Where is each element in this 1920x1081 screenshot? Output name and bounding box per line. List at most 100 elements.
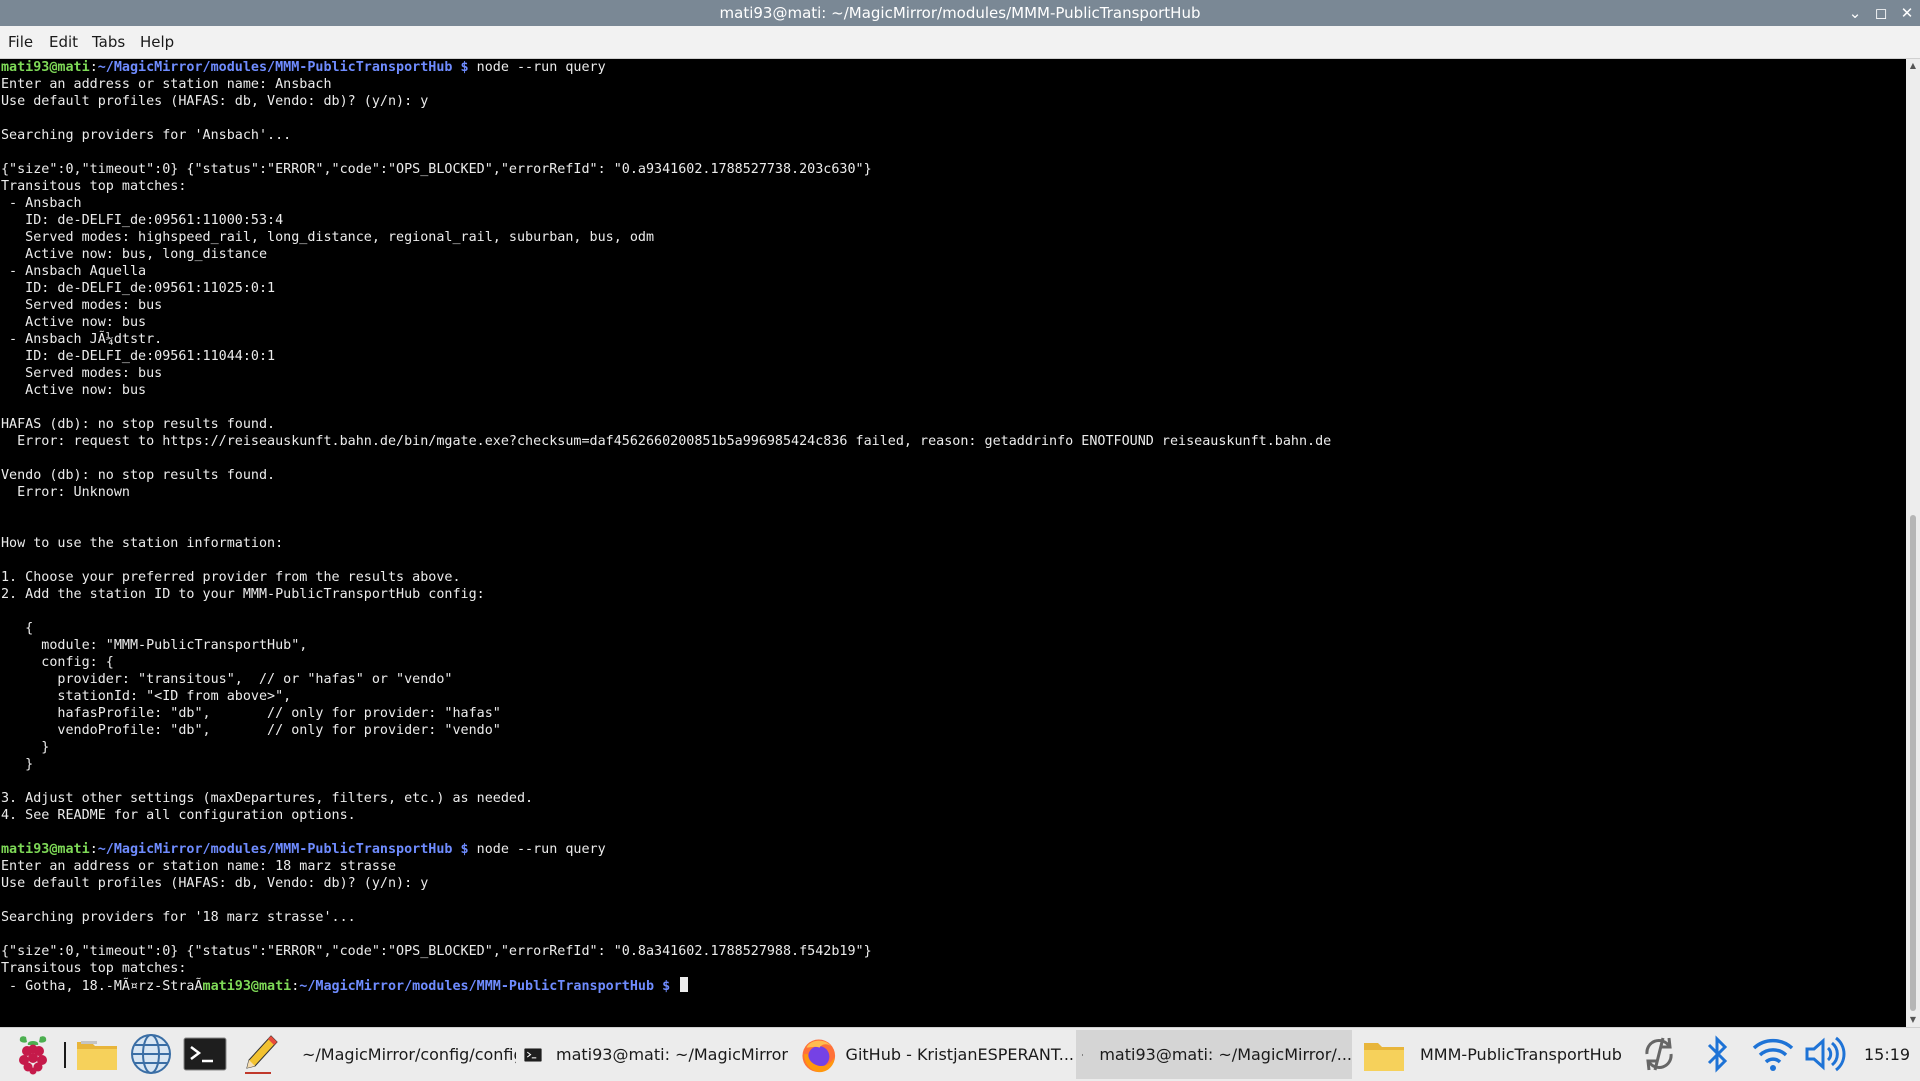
bluetooth-icon[interactable] [1694, 1031, 1740, 1077]
menu-file[interactable]: File [8, 26, 33, 58]
terminal-line: Use default profiles (HAFAS: db, Vendo: … [1, 94, 429, 109]
terminal-line: config: { [1, 655, 114, 670]
terminal-line: Searching providers for '18 marz strasse… [1, 910, 356, 925]
prompt-symbol: $ [460, 842, 469, 857]
minimize-icon[interactable]: ⌄ [1842, 0, 1868, 26]
taskbar: ~/MagicMirror/config/config.js... mati93… [0, 1027, 1920, 1081]
firefox-icon [802, 1038, 836, 1072]
prompt-symbol: $ [662, 979, 671, 994]
terminal-line: } [1, 757, 34, 772]
terminal-prompt-line: mati93@mati:~/MagicMirror/modules/MMM-Pu… [1, 59, 606, 76]
scroll-down-icon[interactable]: ▼ [1906, 1013, 1920, 1027]
prompt-path: ~/MagicMirror/modules/MMM-PublicTranspor… [97, 842, 453, 857]
clock[interactable]: 15:19 [1864, 1028, 1910, 1081]
terminal-line: Served modes: highspeed_rail, long_dista… [1, 230, 655, 245]
prompt-path: ~/MagicMirror/modules/MMM-PublicTranspor… [97, 60, 453, 75]
folder-icon [1364, 1042, 1404, 1071]
terminal-line: HAFAS (db): no stop results found. [1, 417, 276, 432]
web-browser-icon[interactable] [128, 1031, 174, 1077]
terminal-line: - Ansbach Aquella [1, 264, 147, 279]
text-editor-icon[interactable] [238, 1031, 284, 1077]
terminal-line: Use default profiles (HAFAS: db, Vendo: … [1, 876, 429, 891]
close-icon[interactable]: ✕ [1894, 0, 1920, 26]
prompt-command: node --run query [468, 60, 606, 75]
terminal-cursor [680, 977, 689, 992]
volume-icon[interactable] [1802, 1031, 1848, 1077]
terminal-line: hafasProfile: "db", // only for provider… [1, 706, 501, 721]
prompt-command: node --run query [468, 842, 606, 857]
taskbar-terminal-window-1[interactable]: mati93@mati: ~/MagicMirror [518, 1030, 788, 1079]
window-titlebar[interactable]: mati93@mati: ~/MagicMirror/modules/MMM-P… [0, 0, 1920, 26]
terminal-line: Active now: bus [1, 383, 147, 398]
terminal-line: Served modes: bus [1, 298, 163, 313]
terminal-scrollbar[interactable]: ▲ ▼ [1906, 59, 1920, 1027]
window-title: mati93@mati: ~/MagicMirror/modules/MMM-P… [719, 4, 1201, 22]
launcher-separator [64, 1042, 66, 1068]
taskbar-window-label: MMM-PublicTransportHub [1420, 1045, 1622, 1064]
prompt-colon: : [89, 60, 98, 75]
prompt-symbol: $ [460, 60, 469, 75]
terminal-line: Enter an address or station name: Ansbac… [1, 77, 332, 92]
menu-edit[interactable]: Edit [49, 26, 78, 58]
taskbar-terminal-window-2[interactable]: mati93@mati: ~/MagicMirror/... [1076, 1030, 1352, 1079]
terminal-line: 4. See README for all configuration opti… [1, 808, 356, 823]
taskbar-window-label: mati93@mati: ~/MagicMirror/... [1099, 1045, 1352, 1064]
terminal-line: 2. Add the station ID to your MMM-Public… [1, 587, 485, 602]
terminal-line: ID: de-DELFI_de:09561:11025:0:1 [1, 281, 276, 296]
terminal-line: module: "MMM-PublicTransportHub", [1, 638, 308, 653]
terminal-line: provider: "transitous", // or "hafas" or… [1, 672, 453, 687]
terminal-icon[interactable] [182, 1031, 228, 1077]
scroll-up-icon[interactable]: ▲ [1906, 59, 1920, 73]
terminal-line: Error: Unknown [1, 485, 130, 500]
terminal-line: {"size":0,"timeout":0} {"status":"ERROR"… [1, 162, 872, 177]
maximize-icon[interactable]: ◻ [1868, 0, 1894, 26]
terminal-line: Error: request to https://reiseauskunft.… [1, 434, 1332, 449]
file-manager-icon[interactable] [74, 1031, 120, 1077]
terminal-line: ID: de-DELFI_de:09561:11044:0:1 [1, 349, 276, 364]
terminal-line: Active now: bus [1, 315, 147, 330]
terminal-line: stationId: "<ID from above>", [1, 689, 292, 704]
terminal-prompt-line: - Gotha, 18.-MÃ¤rz-StraÃmati93@mati:~/Ma… [1, 977, 689, 994]
terminal-prompt-line: mati93@mati:~/MagicMirror/modules/MMM-Pu… [1, 841, 606, 858]
taskbar-window-label: GitHub - KristjanESPERANT... [845, 1045, 1074, 1064]
terminal-output-text: - Gotha, 18.-MÃ¤rz-StraÃ [1, 979, 203, 994]
prompt-command [670, 979, 678, 994]
terminal-line: 1. Choose your preferred provider from t… [1, 570, 461, 585]
terminal-line: vendoProfile: "db", // only for provider… [1, 723, 501, 738]
prompt-user: mati93@mati [1, 842, 90, 857]
terminal-line: Enter an address or station name: 18 mar… [1, 859, 397, 874]
prompt-path: ~/MagicMirror/modules/MMM-PublicTranspor… [299, 979, 655, 994]
taskbar-firefox-window[interactable]: GitHub - KristjanESPERANT... [796, 1030, 1074, 1079]
prompt-colon: : [89, 842, 98, 857]
menu-help[interactable]: Help [140, 26, 174, 58]
menu-tabs[interactable]: Tabs [92, 26, 125, 58]
terminal-line: { [1, 621, 34, 636]
terminal-line: } [1, 740, 50, 755]
taskbar-window-label: mati93@mati: ~/MagicMirror [556, 1045, 788, 1064]
terminal-icon [524, 1047, 542, 1062]
terminal-icon [1082, 1053, 1084, 1056]
terminal-line: Vendo (db): no stop results found. [1, 468, 276, 483]
taskbar-folder-window[interactable]: MMM-PublicTransportHub [1356, 1030, 1626, 1079]
terminal-line: Transitous top matches: [1, 179, 187, 194]
terminal-line: 3. Adjust other settings (maxDepartures,… [1, 791, 534, 806]
terminal-line: Served modes: bus [1, 366, 163, 381]
taskbar-editor-window[interactable]: ~/MagicMirror/config/config.js... [294, 1030, 516, 1079]
terminal-line: - Ansbach JÃ¼dtstr. [1, 332, 163, 347]
prompt-user: mati93@mati [1, 60, 90, 75]
terminal-line: ID: de-DELFI_de:09561:11000:53:4 [1, 213, 284, 228]
terminal-line: {"size":0,"timeout":0} {"status":"ERROR"… [1, 944, 872, 959]
sync-icon[interactable] [1636, 1031, 1682, 1077]
terminal-output[interactable]: mati93@mati:~/MagicMirror/modules/MMM-Pu… [0, 59, 1906, 1027]
taskbar-window-label: ~/MagicMirror/config/config.js... [302, 1045, 516, 1064]
raspberry-menu-icon[interactable] [10, 1031, 56, 1077]
scrollbar-thumb[interactable] [1910, 515, 1916, 1011]
terminal-line: How to use the station information: [1, 536, 284, 551]
terminal-line: Searching providers for 'Ansbach'... [1, 128, 292, 143]
terminal-line: Transitous top matches: [1, 961, 187, 976]
terminal-line: - Ansbach [1, 196, 82, 211]
wifi-icon[interactable] [1750, 1031, 1796, 1077]
terminal-line: Active now: bus, long_distance [1, 247, 268, 262]
prompt-user: mati93@mati [202, 979, 292, 994]
menu-bar: File Edit Tabs Help [0, 26, 1920, 59]
